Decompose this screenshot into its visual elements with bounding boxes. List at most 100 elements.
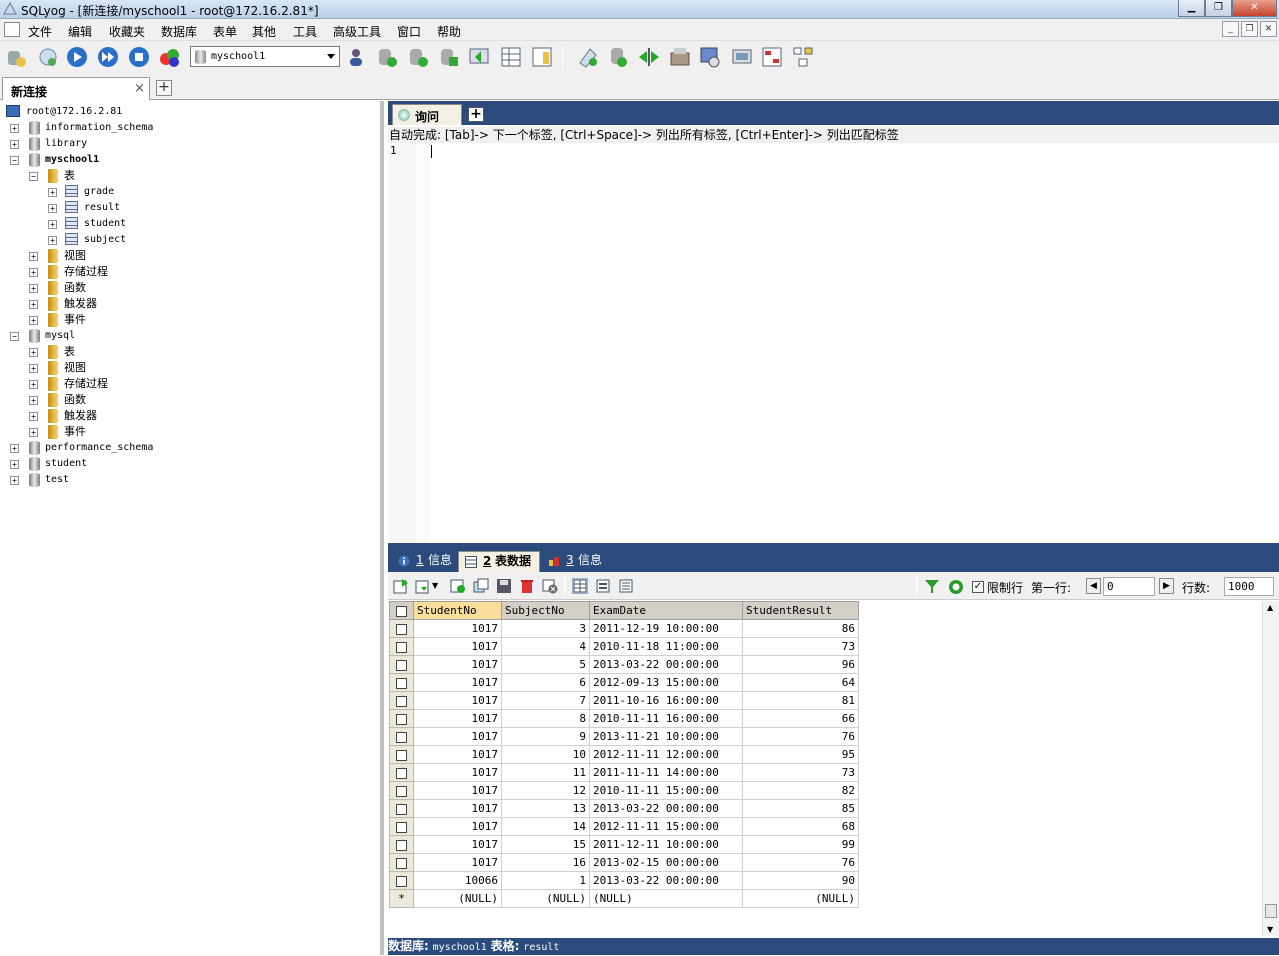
chevron-down-icon[interactable]: ▼ xyxy=(432,581,438,590)
execute-all-icon[interactable] xyxy=(96,45,120,69)
schema-designer-icon[interactable] xyxy=(530,45,554,69)
table-cell[interactable]: 10066 xyxy=(413,871,502,890)
column-header[interactable]: SubjectNo xyxy=(501,601,590,620)
tab-messages-1[interactable]: 1 信息 xyxy=(392,551,458,572)
table-row[interactable]: 10066 1 2013-03-22 00:00:00 90 xyxy=(389,871,859,890)
collapse-icon[interactable]: − xyxy=(10,156,19,165)
table-cell[interactable]: 76 xyxy=(742,727,859,746)
structure-compare-icon[interactable] xyxy=(760,45,784,69)
row-checkbox[interactable] xyxy=(389,781,414,800)
expand-icon[interactable]: + xyxy=(48,236,57,245)
execute-query-icon[interactable] xyxy=(65,45,89,69)
table-cell[interactable]: 96 xyxy=(742,655,859,674)
new-connection-tab-button[interactable]: + xyxy=(156,80,172,96)
table-cell[interactable]: 3 xyxy=(501,619,590,638)
row-checkbox[interactable] xyxy=(389,727,414,746)
add-row-icon[interactable] xyxy=(450,578,466,594)
expand-icon[interactable]: + xyxy=(29,380,38,389)
table-row[interactable]: 1017 12 2010-11-11 15:00:00 82 xyxy=(389,781,859,800)
close-tab-icon[interactable]: × xyxy=(134,81,145,96)
minimize-button[interactable]: ▁ xyxy=(1178,0,1205,17)
stop-query-icon[interactable] xyxy=(158,45,182,69)
expand-icon[interactable]: + xyxy=(10,124,19,133)
table-cell[interactable]: 13 xyxy=(501,799,590,818)
expand-icon[interactable]: + xyxy=(29,348,38,357)
table-cell[interactable]: 9 xyxy=(501,727,590,746)
table-cell[interactable]: 2011-11-11 14:00:00 xyxy=(589,763,743,782)
expand-icon[interactable]: + xyxy=(29,396,38,405)
row-checkbox[interactable] xyxy=(389,799,414,818)
table-cell[interactable]: 1017 xyxy=(413,727,502,746)
table-row[interactable]: 1017 7 2011-10-16 16:00:00 81 xyxy=(389,691,859,710)
table-cell[interactable]: 2013-11-21 10:00:00 xyxy=(589,727,743,746)
table-cell[interactable]: 2012-11-11 15:00:00 xyxy=(589,817,743,836)
table-cell[interactable]: 90 xyxy=(742,871,859,890)
collapse-icon[interactable]: − xyxy=(10,332,19,341)
expand-icon[interactable]: + xyxy=(10,444,19,453)
grid-view-icon[interactable] xyxy=(572,578,588,594)
row-checkbox[interactable] xyxy=(389,817,414,836)
expand-icon[interactable]: + xyxy=(48,188,57,197)
table-row[interactable]: 1017 15 2011-12-11 10:00:00 99 xyxy=(389,835,859,854)
table-cell[interactable]: 95 xyxy=(742,745,859,764)
table-cell[interactable]: (NULL) xyxy=(742,889,859,908)
scroll-thumb[interactable] xyxy=(1265,904,1277,918)
table-cell[interactable]: 2010-11-11 15:00:00 xyxy=(589,781,743,800)
first-row-input[interactable]: 0 xyxy=(1103,577,1155,596)
limit-rows-checkbox[interactable]: ✓ xyxy=(972,581,984,593)
table-cell[interactable]: 11 xyxy=(501,763,590,782)
previous-page-button[interactable]: ◀ xyxy=(1086,578,1101,594)
table-row[interactable]: 1017 11 2011-11-11 14:00:00 73 xyxy=(389,763,859,782)
row-count-input[interactable]: 1000 xyxy=(1224,577,1274,596)
expand-icon[interactable]: + xyxy=(10,460,19,469)
query-tab[interactable]: 询问 xyxy=(392,104,462,125)
new-connection-icon[interactable] xyxy=(4,45,28,69)
table-cell[interactable]: 12 xyxy=(501,781,590,800)
table-row[interactable]: 1017 8 2010-11-11 16:00:00 66 xyxy=(389,709,859,728)
create-table-icon[interactable] xyxy=(406,45,430,69)
mdi-close-button[interactable]: ✕ xyxy=(1260,21,1277,37)
user-manager-icon[interactable] xyxy=(344,45,368,69)
table-cell[interactable]: 14 xyxy=(501,817,590,836)
table-cell[interactable]: 6 xyxy=(501,673,590,692)
table-cell[interactable]: 1017 xyxy=(413,745,502,764)
next-page-button[interactable]: ▶ xyxy=(1159,578,1174,594)
table-cell[interactable]: 1017 xyxy=(413,817,502,836)
table-row[interactable]: 1017 3 2011-12-19 10:00:00 86 xyxy=(389,619,859,638)
table-cell[interactable]: 8 xyxy=(501,709,590,728)
query-builder-icon[interactable] xyxy=(576,45,600,69)
table-row[interactable]: 1017 16 2013-02-15 00:00:00 76 xyxy=(389,853,859,872)
scheduled-backup-icon[interactable] xyxy=(698,45,722,69)
expand-icon[interactable]: + xyxy=(29,412,38,421)
table-cell[interactable]: 10 xyxy=(501,745,590,764)
expand-icon[interactable]: + xyxy=(29,300,38,309)
tab-messages-3[interactable]: 3 信息 xyxy=(542,551,608,572)
table-cell[interactable]: (NULL) xyxy=(589,889,743,908)
connection-tab[interactable]: 新连接 × xyxy=(2,77,150,100)
menu-favorites[interactable]: 收藏夹 xyxy=(109,23,145,40)
row-checkbox[interactable] xyxy=(389,745,414,764)
restore-button[interactable]: ❐ xyxy=(1205,0,1232,17)
data-sync-icon[interactable] xyxy=(607,45,631,69)
cancel-changes-icon[interactable] xyxy=(542,578,558,594)
connect-icon[interactable] xyxy=(36,45,60,69)
table-cell[interactable]: 7 xyxy=(501,691,590,710)
table-cell[interactable]: 2011-12-19 10:00:00 xyxy=(589,619,743,638)
row-checkbox[interactable] xyxy=(389,709,414,728)
diagram-icon[interactable] xyxy=(791,45,815,69)
text-view-icon[interactable] xyxy=(618,578,634,594)
database-select[interactable]: myschool1 xyxy=(190,46,340,67)
row-checkbox[interactable] xyxy=(389,853,414,872)
duplicate-row-icon[interactable] xyxy=(473,578,489,594)
table-cell[interactable]: 1 xyxy=(501,871,590,890)
refresh-icon[interactable] xyxy=(948,579,964,595)
menu-tools[interactable]: 工具 xyxy=(293,23,317,40)
table-cell[interactable]: 2012-11-11 12:00:00 xyxy=(589,745,743,764)
table-cell[interactable]: 2011-10-16 16:00:00 xyxy=(589,691,743,710)
expand-icon[interactable]: + xyxy=(29,268,38,277)
table-cell[interactable]: 81 xyxy=(742,691,859,710)
scroll-down-icon[interactable]: ▼ xyxy=(1267,925,1273,934)
column-header[interactable]: StudentResult xyxy=(742,601,859,620)
menu-file[interactable]: 文件 xyxy=(28,23,52,40)
menu-database[interactable]: 数据库 xyxy=(161,23,197,40)
